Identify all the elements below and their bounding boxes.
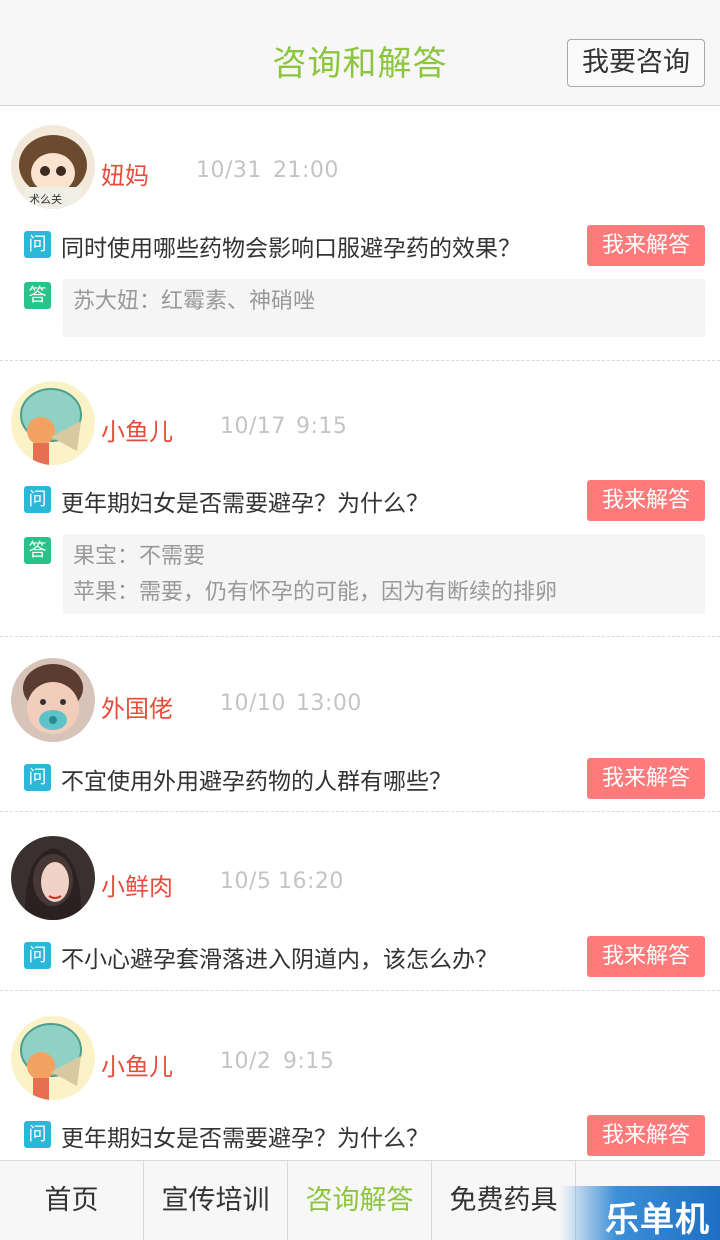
post-date: 10/31 [196,158,262,183]
nav-tab-home[interactable]: 首页 [0,1161,144,1240]
watermark-text: 乐单机 [605,1200,710,1240]
qa-card: 小鱼儿 10/17 9:15 问 更年期妇女是否需要避孕？为什么？ 我来解答 答… [0,361,720,637]
answer-text: 苏大妞：红霉素、神硝唑 [73,289,316,314]
answer-text: 苹果：需要，仍有怀孕的可能，因为有断续的排卵 [73,580,558,605]
post-time: 16:20 [278,869,344,894]
question-text[interactable]: 更年期妇女是否需要避孕？为什么？ [61,1119,429,1153]
answer-button[interactable]: 我来解答 [587,936,705,977]
avatar[interactable] [11,836,95,920]
post-date: 10/2 [220,1049,272,1074]
question-text[interactable]: 不宜使用外用避孕药物的人群有哪些？ [61,762,452,796]
avatar[interactable] [11,1016,95,1100]
qa-card: 小鲜肉 10/5 16:20 问 不小心避孕套滑落进入阴道内，该怎么办？ 我来解… [0,812,720,991]
user-name[interactable]: 外国佬 [101,689,173,724]
question-tag: 问 [24,1121,51,1148]
answer-box: 苏大妞：红霉素、神硝唑 [63,279,705,337]
qa-card: 外国佬 10/10 13:00 问 不宜使用外用避孕药物的人群有哪些？ 我来解答 [0,637,720,812]
nav-tab-consult[interactable]: 咨询解答 [288,1161,432,1240]
answer-button[interactable]: 我来解答 [587,1115,705,1156]
post-date: 10/17 [220,414,286,439]
answer-tag: 答 [24,282,51,309]
answer-button[interactable]: 我来解答 [587,758,705,799]
answer-box: 果宝：不需要 苹果：需要，仍有怀孕的可能，因为有断续的排卵 [63,534,705,614]
post-date: 10/5 [220,869,272,894]
watermark-logo: 乐单机 [560,1186,720,1240]
avatar[interactable] [11,658,95,742]
answer-button[interactable]: 我来解答 [587,225,705,266]
post-time: 9:15 [296,414,348,439]
user-name[interactable]: 小鱼儿 [101,1047,173,1082]
question-tag: 问 [24,486,51,513]
user-name[interactable]: 小鱼儿 [101,412,173,447]
post-time: 9:15 [283,1049,335,1074]
question-tag: 问 [24,942,51,969]
user-name[interactable]: 小鲜肉 [101,867,173,902]
question-tag: 问 [24,231,51,258]
user-name[interactable]: 妞妈 [101,156,149,191]
answer-text: 果宝：不需要 [73,544,206,569]
question-text[interactable]: 不小心避孕套滑落进入阴道内，该怎么办？ [61,940,498,974]
post-time: 21:00 [273,158,339,183]
ask-question-button[interactable]: 我要咨询 [567,39,705,87]
qa-card: 小鱼儿 10/2 9:15 问 更年期妇女是否需要避孕？为什么？ 我来解答 [0,991,720,1160]
question-row: 问 不小心避孕套滑落进入阴道内，该怎么办？ 我来解答 [24,936,705,977]
answer-button[interactable]: 我来解答 [587,480,705,521]
post-date: 10/10 [220,691,286,716]
avatar[interactable]: 术么关 [11,125,95,209]
question-text[interactable]: 同时使用哪些药物会影响口服避孕药的效果？ [61,229,521,263]
avatar[interactable] [11,381,95,465]
question-row: 问 更年期妇女是否需要避孕？为什么？ 我来解答 [24,1115,705,1156]
qa-feed[interactable]: 术么关 妞妈 10/31 21:00 问 同时使用哪些药物会影响口服避孕药的效果… [0,106,720,1160]
question-row: 问 更年期妇女是否需要避孕？为什么？ 我来解答 [24,480,705,521]
question-row: 问 不宜使用外用避孕药物的人群有哪些？ 我来解答 [24,758,705,799]
question-text[interactable]: 更年期妇女是否需要避孕？为什么？ [61,484,429,518]
qa-card: 术么关 妞妈 10/31 21:00 问 同时使用哪些药物会影响口服避孕药的效果… [0,106,720,361]
post-time: 13:00 [296,691,362,716]
nav-tab-training[interactable]: 宣传培训 [144,1161,288,1240]
question-row: 问 同时使用哪些药物会影响口服避孕药的效果？ 我来解答 [24,225,705,266]
top-bar: 咨询和解答 我要咨询 [0,0,720,106]
answer-tag: 答 [24,537,51,564]
svg-text:术么关: 术么关 [29,192,62,206]
nav-tab-free-supplies[interactable]: 免费药具 [432,1161,576,1240]
question-tag: 问 [24,764,51,791]
